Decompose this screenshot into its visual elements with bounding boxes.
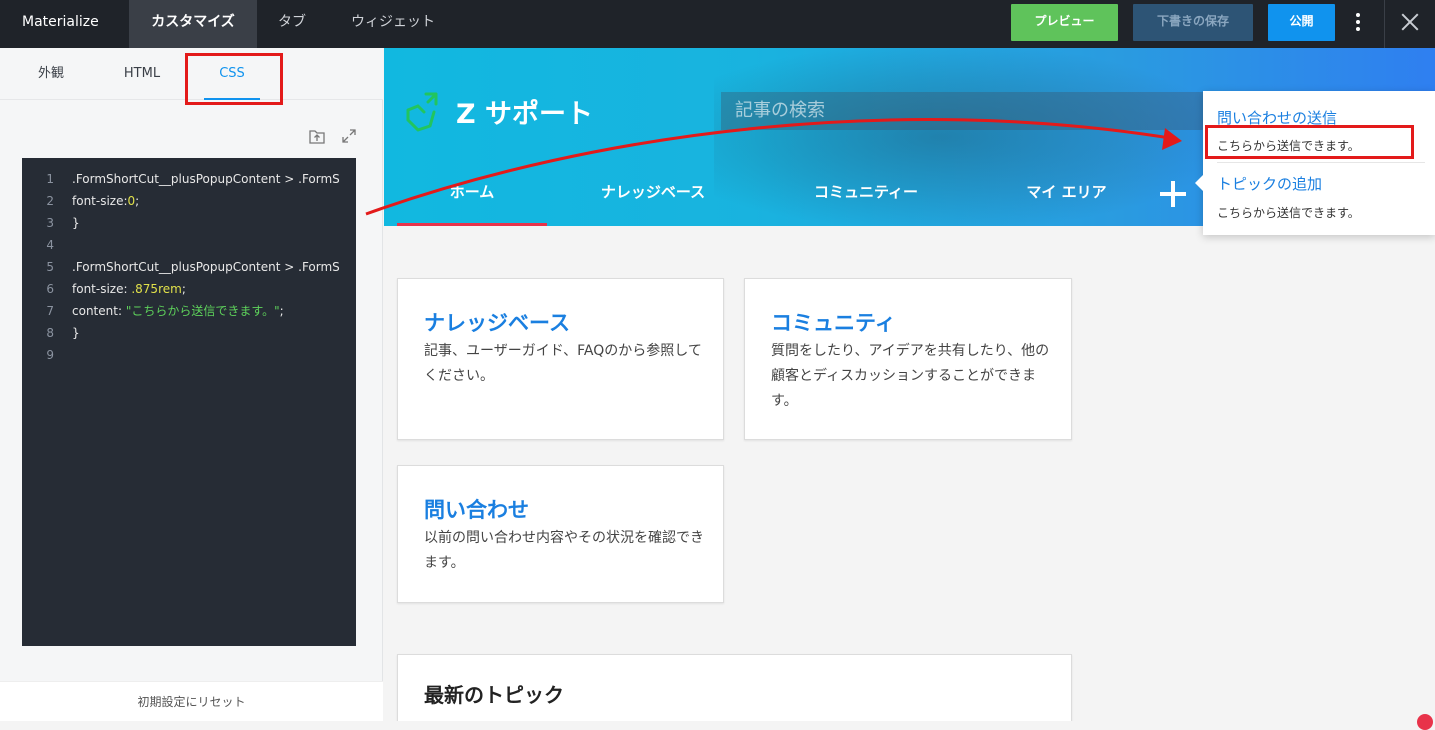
code-line: 7 content: "こちらから送信できます。"; (22, 300, 356, 322)
card-community[interactable]: コミュニティ 質問をしたり、アイデアを共有したり、他の顧客とディスカッションする… (744, 278, 1072, 440)
line-number: 9 (46, 348, 54, 362)
divider (1384, 0, 1385, 48)
code-line: 4 (22, 234, 356, 256)
upload-icon[interactable] (308, 127, 326, 145)
save-draft-button[interactable]: 下書きの保存 (1133, 4, 1253, 41)
line-number: 8 (46, 326, 54, 340)
code-text: } (72, 216, 80, 230)
line-number: 4 (46, 238, 54, 252)
card-title[interactable]: コミュニティ (771, 307, 896, 337)
customize-panel: 外観 HTML CSS 1 .FormShortCut__plusPopupCo… (0, 48, 383, 721)
line-number: 7 (46, 304, 54, 318)
line-number: 3 (46, 216, 54, 230)
brand-name: Materialize (22, 14, 99, 30)
nav-knowledge-base[interactable]: ナレッジベース (579, 170, 727, 226)
highlight-box (1205, 125, 1414, 159)
css-code-editor[interactable]: 1 .FormShortCut__plusPopupContent > .For… (22, 158, 356, 646)
code-text: font-size:0; (72, 190, 139, 212)
code-line: 8 } (22, 322, 356, 344)
divider (1217, 162, 1425, 163)
card-title[interactable]: ナレッジベース (424, 307, 570, 337)
tab-tabs[interactable]: タブ (257, 0, 327, 48)
code-text: .FormShortCut__plusPopupContent > .FormS (72, 260, 340, 274)
reset-to-defaults-button[interactable]: 初期設定にリセット (0, 681, 383, 721)
site-title[interactable]: Z サポート (456, 92, 593, 131)
code-punct: ; (279, 304, 284, 318)
tab-widgets[interactable]: ウィジェット (327, 0, 459, 48)
more-options-icon[interactable] (1348, 10, 1368, 36)
line-number: 6 (46, 282, 54, 296)
close-icon[interactable] (1398, 10, 1422, 34)
search-input[interactable]: 記事の検索 (721, 92, 1211, 130)
code-line: 3 } (22, 212, 356, 234)
code-property: font-size: (72, 194, 128, 208)
card-description: 以前の問い合わせ内容やその状況を確認できます。 (424, 530, 704, 571)
code-line: 9 (22, 344, 356, 366)
hero-photo (714, 48, 1214, 226)
popup-add-topic-link[interactable]: トピックの追加 (1217, 173, 1322, 194)
card-description: 記事、ユーザーガイド、FAQのから参照してください。 (424, 343, 702, 384)
code-line: 2 font-size:0; (22, 190, 356, 212)
line-number: 1 (46, 172, 54, 186)
code-text: font-size: .875rem; (72, 278, 186, 300)
subtab-html[interactable]: HTML (104, 48, 180, 100)
plus-popup-menu: 問い合わせの送信 こちらから送信できます。 トピックの追加 こちらから送信できま… (1195, 91, 1435, 235)
publish-button[interactable]: 公開 (1268, 4, 1335, 41)
card-title[interactable]: 問い合わせ (424, 494, 529, 524)
code-line: 5 .FormShortCut__plusPopupContent > .For… (22, 256, 356, 278)
code-property: font-size: (72, 282, 132, 296)
nav-home[interactable]: ホーム (397, 170, 547, 226)
code-punct: ; (181, 282, 186, 296)
line-number: 5 (46, 260, 54, 274)
latest-topics-section: 最新のトピック (397, 654, 1072, 721)
section-title: 最新のトピック (424, 683, 564, 707)
popup-item-description: こちらから送信できます。 (1217, 206, 1360, 220)
top-bar: Materialize カスタマイズ タブ ウィジェット プレビュー 下書きの保… (0, 0, 1435, 48)
card-description: 質問をしたり、アイデアを共有したり、他の顧客とディスカッションすることができます… (771, 343, 1050, 409)
expand-icon[interactable] (340, 127, 358, 145)
highlight-box (185, 53, 283, 105)
nav-community[interactable]: コミュニティー (794, 170, 938, 226)
code-line: 1 .FormShortCut__plusPopupContent > .For… (22, 168, 356, 190)
subtab-appearance[interactable]: 外観 (18, 48, 84, 100)
code-line: 6 font-size: .875rem; (22, 278, 356, 300)
code-string: "こちらから送信できます。" (125, 304, 280, 318)
code-punct: ; (135, 194, 140, 208)
code-number: .875rem (131, 282, 182, 296)
nav-my-area[interactable]: マイ エリア (1009, 170, 1124, 226)
code-text: .FormShortCut__plusPopupContent > .FormS (72, 172, 340, 186)
plus-icon[interactable] (1160, 181, 1186, 207)
code-property: content: (72, 304, 126, 318)
site-logo-icon[interactable] (404, 90, 440, 134)
card-inquiries[interactable]: 問い合わせ 以前の問い合わせ内容やその状況を確認できます。 (397, 465, 724, 603)
notification-badge (1417, 714, 1433, 730)
preview-button[interactable]: プレビュー (1011, 4, 1118, 41)
code-text: } (72, 326, 80, 340)
card-knowledge-base[interactable]: ナレッジベース 記事、ユーザーガイド、FAQのから参照してください。 (397, 278, 724, 440)
tab-customize[interactable]: カスタマイズ (129, 0, 257, 48)
line-number: 2 (46, 194, 54, 208)
code-text: content: "こちらから送信できます。"; (72, 300, 284, 322)
